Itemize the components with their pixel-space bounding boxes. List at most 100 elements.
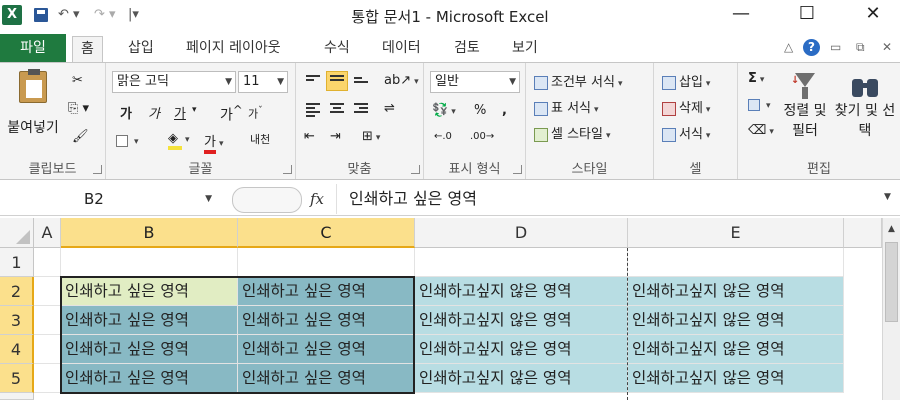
font-name-select[interactable]: 맑은 고딕 ▼ xyxy=(112,71,236,93)
wrap-text-icon[interactable]: ⇌ xyxy=(384,101,395,116)
insert-cells-button[interactable]: 삽입 ▾ xyxy=(662,71,710,90)
vertical-scrollbar[interactable]: ▲ xyxy=(882,218,900,400)
number-format-select[interactable]: 일반 ▼ xyxy=(430,71,520,93)
number-launcher-icon[interactable] xyxy=(513,165,522,174)
grow-font-button[interactable]: 가^ xyxy=(220,103,243,125)
scroll-up-icon[interactable]: ▲ xyxy=(883,218,900,234)
cell-d3[interactable]: 인쇄하고싶지 않은 영역 xyxy=(415,306,628,335)
font-launcher-icon[interactable] xyxy=(283,165,292,174)
tab-formulas[interactable]: 수식 xyxy=(316,36,358,62)
accounting-format-icon[interactable]: 💱 ▾ xyxy=(432,103,456,118)
cell-c4[interactable]: 인쇄하고 싶은 영역 xyxy=(238,335,415,364)
cell-c3[interactable]: 인쇄하고 싶은 영역 xyxy=(238,306,415,335)
top-align-icon[interactable] xyxy=(306,75,320,87)
workbook-restore-icon[interactable]: ⧉ xyxy=(856,40,865,55)
cell-a4[interactable] xyxy=(34,335,61,364)
help-icon[interactable]: ? xyxy=(803,39,820,56)
cell-b1[interactable] xyxy=(61,248,238,277)
alignment-launcher-icon[interactable] xyxy=(411,165,420,174)
phonetic-button[interactable]: 내천 xyxy=(250,131,270,147)
bottom-align-icon[interactable] xyxy=(354,77,368,89)
cell-e5[interactable]: 인쇄하고싶지 않은 영역 xyxy=(628,364,844,393)
italic-button[interactable]: 가 xyxy=(148,103,160,122)
cell-e1[interactable] xyxy=(628,248,844,277)
bold-button[interactable]: 가 xyxy=(120,103,132,122)
format-cells-button[interactable]: 서식 ▾ xyxy=(662,123,710,142)
borders-button[interactable]: ▾ xyxy=(116,133,139,148)
decrease-indent-icon[interactable]: ⇤ xyxy=(304,129,315,144)
formula-bar-splitter[interactable] xyxy=(232,187,302,213)
tab-data[interactable]: 데이터 xyxy=(374,36,429,62)
workbook-minimize-icon[interactable]: ▭ xyxy=(830,40,841,54)
font-color-button[interactable]: 가 ▾ xyxy=(204,131,224,154)
cell-c5[interactable]: 인쇄하고 싶은 영역 xyxy=(238,364,415,393)
align-left-icon[interactable] xyxy=(306,103,320,117)
underline-button[interactable]: 가 xyxy=(174,103,186,122)
conditional-formatting-button[interactable]: 조건부 서식 ▾ xyxy=(534,71,622,90)
cell-e4[interactable]: 인쇄하고싶지 않은 영역 xyxy=(628,335,844,364)
fill-color-button[interactable]: ◈ ▾ xyxy=(168,131,190,150)
sort-filter-button[interactable]: ↓ 정렬 및 필터 xyxy=(778,69,832,155)
workbook-close-icon[interactable]: ✕ xyxy=(882,40,892,54)
column-header-b[interactable]: B xyxy=(61,218,238,248)
clear-icon[interactable]: ⌫ ▾ xyxy=(748,123,774,138)
scroll-thumb[interactable] xyxy=(885,242,898,322)
select-all-button[interactable] xyxy=(0,218,34,248)
find-select-button[interactable]: 찾기 및 선택 xyxy=(834,69,896,155)
cell-b3[interactable]: 인쇄하고 싶은 영역 xyxy=(61,306,238,335)
cell-c2[interactable]: 인쇄하고 싶은 영역 xyxy=(238,277,415,306)
row-header-2[interactable]: 2 xyxy=(0,277,34,306)
minimize-button[interactable]: — xyxy=(718,0,764,30)
cut-icon[interactable]: ✂ xyxy=(72,73,83,88)
cell-b5[interactable]: 인쇄하고 싶은 영역 xyxy=(61,364,238,393)
tab-home[interactable]: 홈 xyxy=(72,36,103,62)
align-center-icon[interactable] xyxy=(330,103,344,115)
name-box[interactable]: B2 ▼ xyxy=(2,187,220,211)
cell-c1[interactable] xyxy=(238,248,415,277)
cell-d4[interactable]: 인쇄하고싶지 않은 영역 xyxy=(415,335,628,364)
row-header-1[interactable]: 1 xyxy=(0,248,34,277)
column-header-c[interactable]: C xyxy=(238,218,415,248)
formula-input[interactable]: 인쇄하고 싶은 영역 xyxy=(336,184,882,214)
cell-d1[interactable] xyxy=(415,248,628,277)
row-header-3[interactable]: 3 xyxy=(0,306,34,335)
decrease-decimal-icon[interactable]: .00→ xyxy=(470,131,494,142)
percent-button[interactable]: % xyxy=(474,103,486,118)
delete-cells-button[interactable]: 삭제 ▾ xyxy=(662,97,710,116)
minimize-ribbon-icon[interactable]: △ xyxy=(784,40,793,54)
cell-d2[interactable]: 인쇄하고싶지 않은 영역 xyxy=(415,277,628,306)
cell-a1[interactable] xyxy=(34,248,61,277)
increase-decimal-icon[interactable]: ←.0 xyxy=(434,131,452,142)
comma-button[interactable]: , xyxy=(502,103,507,118)
column-header-a[interactable]: A xyxy=(34,218,61,248)
fill-icon[interactable]: ▾ xyxy=(748,97,771,112)
row-header-6[interactable] xyxy=(0,393,34,400)
autosum-button[interactable]: Σ ▾ xyxy=(748,71,764,86)
column-header-f[interactable] xyxy=(844,218,882,248)
underline-dropdown-icon[interactable]: ▾ xyxy=(192,105,197,115)
paste-button[interactable]: 붙여넣기 xyxy=(4,69,62,139)
cell-a5[interactable] xyxy=(34,364,61,393)
cell-b4[interactable]: 인쇄하고 싶은 영역 xyxy=(61,335,238,364)
format-painter-icon[interactable]: 🖌 xyxy=(72,129,89,144)
tab-review[interactable]: 검토 xyxy=(446,36,488,62)
cell-b2[interactable]: 인쇄하고 싶은 영역 xyxy=(61,277,238,306)
font-size-select[interactable]: 11 ▼ xyxy=(238,71,288,93)
tab-page-layout[interactable]: 페이지 레이아웃 xyxy=(178,36,289,62)
row-header-4[interactable]: 4 xyxy=(0,335,34,364)
maximize-button[interactable]: ☐ xyxy=(784,0,830,30)
expand-formula-bar-icon[interactable]: ▼ xyxy=(884,192,891,202)
cell-e3[interactable]: 인쇄하고싶지 않은 영역 xyxy=(628,306,844,335)
column-header-e[interactable]: E xyxy=(628,218,844,248)
column-header-d[interactable]: D xyxy=(415,218,628,248)
align-right-icon[interactable] xyxy=(354,103,368,115)
format-as-table-button[interactable]: 표 서식 ▾ xyxy=(534,97,599,116)
cell-d5[interactable]: 인쇄하고싶지 않은 영역 xyxy=(415,364,628,393)
cell-e2[interactable]: 인쇄하고싶지 않은 영역 xyxy=(628,277,844,306)
clipboard-launcher-icon[interactable] xyxy=(93,165,102,174)
copy-icon[interactable]: ⎘ ▾ xyxy=(68,101,89,116)
tab-insert[interactable]: 삽입 xyxy=(120,36,162,62)
shrink-font-button[interactable]: 가ˇ xyxy=(248,105,263,122)
row-header-5[interactable]: 5 xyxy=(0,364,34,393)
tab-file[interactable]: 파일 xyxy=(0,34,66,62)
